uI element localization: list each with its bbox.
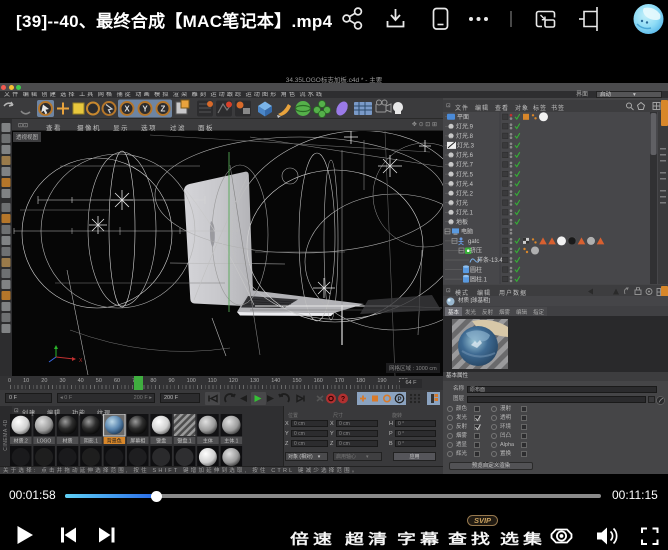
svg-text:gatc: gatc <box>468 239 479 245</box>
svg-text:材质.2: 材质.2 <box>14 437 28 444</box>
svg-text:阴影.1: 阴影.1 <box>84 437 98 444</box>
svg-text:X: X <box>79 358 83 364</box>
svg-text:LOGO: LOGO <box>37 438 52 444</box>
svg-text:背景色: 背景色 <box>107 437 122 444</box>
svg-text:主体: 主体 <box>203 437 213 444</box>
svg-text:材质: 材质 <box>62 437 72 444</box>
svg-text:平面: 平面 <box>457 114 469 121</box>
svg-text:?: ? <box>341 396 345 403</box>
svg-text:挤压: 挤压 <box>470 247 482 255</box>
svg-text:样条-13.4: 样条-13.4 <box>477 256 503 264</box>
svg-text:灯光.4: 灯光.4 <box>456 180 474 188</box>
svg-text:电脑: 电脑 <box>461 228 473 236</box>
svg-text:灯光.6: 灯光.6 <box>456 151 474 159</box>
svg-text:灯光.2: 灯光.2 <box>456 189 474 197</box>
svg-text:键盘: 键盘 <box>156 437 166 444</box>
svg-text:灯光.7: 灯光.7 <box>456 161 474 169</box>
svg-text:X: X <box>124 105 130 114</box>
svg-text:圆柱: 圆柱 <box>470 266 482 274</box>
svg-text:圆柱.1: 圆柱.1 <box>470 275 488 283</box>
svg-text:Y: Y <box>142 105 148 114</box>
svg-text:灯光.3: 灯光.3 <box>457 142 475 150</box>
svg-text:键盘.1: 键盘.1 <box>177 437 191 444</box>
svg-text:灯光.8: 灯光.8 <box>456 132 474 140</box>
svg-text:地板: 地板 <box>456 218 468 226</box>
svg-text:灯光: 灯光 <box>456 199 468 207</box>
svg-text:屏幕相: 屏幕相 <box>130 437 145 444</box>
svg-text:灯光.1: 灯光.1 <box>456 209 474 217</box>
svg-text:灯光.5: 灯光.5 <box>456 170 474 178</box>
svg-text:Z: Z <box>161 105 166 114</box>
svg-text:P: P <box>397 397 401 403</box>
svg-text:主体.1: 主体.1 <box>224 437 238 444</box>
svg-text:灯光.9: 灯光.9 <box>456 123 474 131</box>
